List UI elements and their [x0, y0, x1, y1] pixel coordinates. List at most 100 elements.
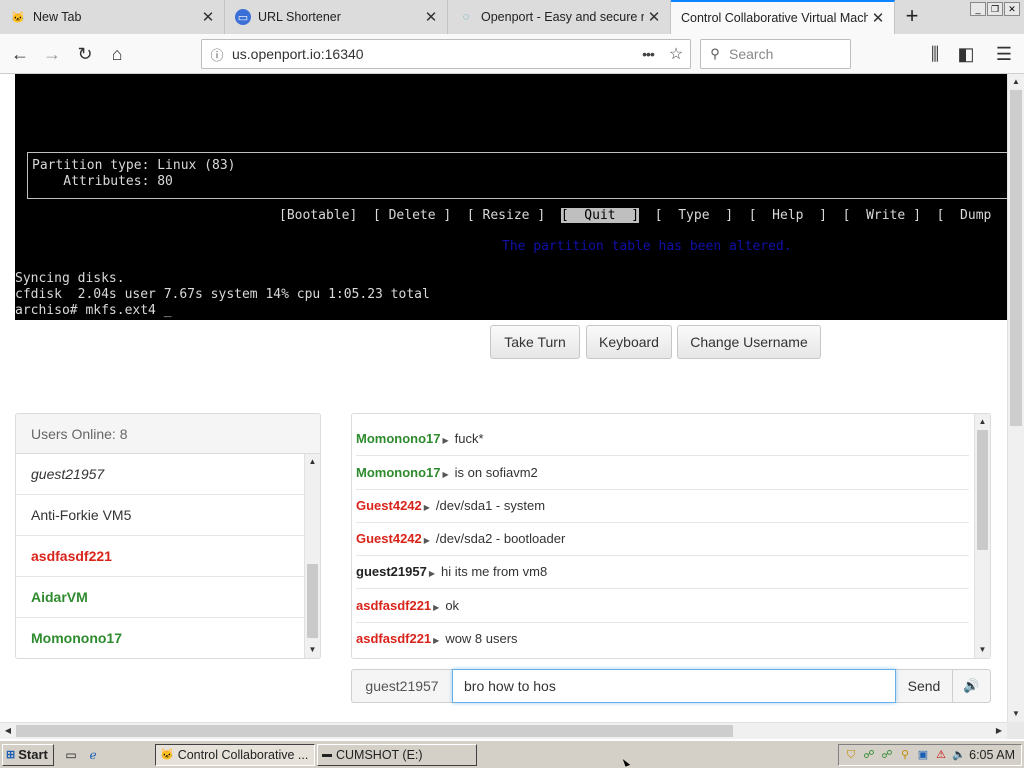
vm-screen[interactable]: Partition type: Linux (83) Attributes: 8…: [15, 74, 1007, 320]
close-tab-icon[interactable]: ✕: [421, 8, 441, 26]
scroll-up-icon[interactable]: ▲: [1008, 74, 1024, 90]
tab-url-shortener[interactable]: ▭ URL Shortener ✕: [225, 0, 448, 34]
computer-icon[interactable]: ▣: [915, 747, 931, 763]
sidebar-icon[interactable]: ◧: [952, 40, 980, 68]
chat-message: Momonono17 ▶ fuck*: [356, 423, 969, 456]
page-actions-icon[interactable]: •••: [634, 46, 662, 62]
close-tab-icon[interactable]: ✕: [644, 8, 664, 26]
user-item[interactable]: asdfasdf221: [16, 536, 304, 577]
search-placeholder: Search: [729, 46, 774, 62]
scroll-thumb[interactable]: [307, 564, 318, 638]
chat-compose-bar: guest21957 Send 🔊: [351, 669, 991, 703]
scroll-down-icon[interactable]: ▼: [975, 642, 990, 658]
task-label: Control Collaborative ...: [177, 748, 309, 762]
chat-text: ok: [445, 598, 460, 613]
search-tray-icon[interactable]: ⚲: [897, 747, 913, 763]
tab-control-vm[interactable]: Control Collaborative Virtual Mach ✕: [671, 0, 895, 34]
internet-explorer-icon[interactable]: ℯ: [84, 746, 102, 764]
connection-icon[interactable]: ☍: [879, 747, 895, 763]
menu-icon[interactable]: ☰: [990, 40, 1018, 68]
start-button[interactable]: ⊞ Start: [2, 744, 54, 766]
url-text[interactable]: us.openport.io:16340: [232, 46, 634, 62]
user-item[interactable]: AidarVM: [16, 577, 304, 618]
scroll-right-icon[interactable]: ▶: [991, 723, 1007, 739]
users-scrollbar[interactable]: ▲ ▼: [304, 454, 320, 658]
keyboard-button[interactable]: Keyboard: [586, 325, 672, 359]
caret-right-icon: ▶: [423, 536, 430, 545]
minimize-button[interactable]: _: [970, 2, 986, 16]
scroll-up-icon[interactable]: ▲: [975, 414, 990, 430]
speaker-icon[interactable]: 🔊: [952, 670, 990, 702]
alert-icon[interactable]: ⚠: [933, 747, 949, 763]
take-turn-button[interactable]: Take Turn: [490, 325, 580, 359]
browser-navbar: ← → ↻ ⌂ ⓘ us.openport.io:16340 ••• ☆ ⚲ S…: [0, 34, 1024, 74]
chat-text: /dev/sda1 - system: [435, 498, 546, 513]
close-tab-icon[interactable]: ✕: [868, 9, 888, 27]
send-button[interactable]: Send: [898, 670, 950, 702]
user-item[interactable]: guest21957: [16, 454, 304, 495]
scroll-thumb[interactable]: [1010, 90, 1022, 426]
chat-username[interactable]: guest21957: [356, 564, 427, 579]
caret-right-icon: ▶: [423, 503, 430, 512]
cfdisk-menu: [Bootable] [ Delete ] [ Resize ] [ Quit …: [279, 208, 991, 223]
chat-scrollbar[interactable]: ▲ ▼: [974, 414, 990, 658]
site-info-icon[interactable]: ⓘ: [202, 45, 232, 64]
chat-panel: Momonono17 ▶ fuck* Momonono17 ▶ is on sofiav…: [351, 413, 991, 659]
page-content: Partition type: Linux (83) Attributes: 8…: [0, 74, 1007, 722]
tab-openport[interactable]: ◌ Openport - Easy and secure re ✕: [448, 0, 671, 34]
chat-username[interactable]: Momonono17: [356, 431, 441, 446]
shield-icon[interactable]: ⛉: [843, 747, 859, 763]
page-horizontal-scrollbar[interactable]: ◀ ▶: [0, 722, 1007, 739]
library-icon[interactable]: ⫼: [921, 40, 949, 68]
back-arrow-icon[interactable]: ←: [6, 40, 34, 68]
scroll-down-icon[interactable]: ▼: [305, 642, 320, 658]
scroll-thumb[interactable]: [977, 430, 988, 550]
chat-username[interactable]: Momonono17: [356, 465, 441, 480]
address-bar[interactable]: ⓘ us.openport.io:16340 ••• ☆: [201, 39, 691, 69]
bookmark-star-icon[interactable]: ☆: [662, 44, 690, 64]
tab-title: Openport - Easy and secure re: [481, 10, 644, 24]
browser-tab-strip: 🐱 New Tab ✕ ▭ URL Shortener ✕ ◌ Openport…: [0, 0, 1024, 34]
menu-resize: [ Resize ]: [466, 208, 546, 223]
task-label: CUMSHOT (E:): [336, 748, 423, 762]
user-item[interactable]: Anti-Forkie VM5: [16, 495, 304, 536]
page-vertical-scrollbar[interactable]: ▲ ▼: [1007, 74, 1024, 722]
forward-arrow-icon[interactable]: →: [38, 40, 66, 68]
chat-username[interactable]: Guest4242: [356, 498, 422, 513]
tab-new-tab[interactable]: 🐱 New Tab ✕: [0, 0, 225, 34]
close-window-button[interactable]: ✕: [1004, 2, 1020, 16]
taskbar: ⊞ Start ▭ ℯ 🐱 Control Collaborative ... …: [0, 740, 1024, 768]
change-username-button[interactable]: Change Username: [677, 325, 821, 359]
scroll-up-icon[interactable]: ▲: [305, 454, 320, 470]
home-icon[interactable]: ⌂: [103, 40, 131, 68]
openport-icon: ◌: [462, 11, 470, 23]
chat-text: hi its me from vm8: [440, 564, 548, 579]
chat-message: asdfasdf221 ▶ ok: [356, 590, 969, 623]
scroll-down-icon[interactable]: ▼: [1008, 706, 1024, 722]
search-bar[interactable]: ⚲ Search: [700, 39, 851, 69]
reload-icon[interactable]: ↻: [71, 40, 99, 68]
volume-icon[interactable]: 🔈: [951, 747, 967, 763]
chat-input[interactable]: [452, 669, 896, 703]
taskbar-item-browser[interactable]: 🐱 Control Collaborative ...: [155, 744, 315, 766]
users-online-header: Users Online: 8: [16, 414, 320, 454]
network-icon[interactable]: ☍: [861, 747, 877, 763]
user-item[interactable]: Momonono17: [16, 618, 304, 658]
taskbar-item-drive[interactable]: ▬ CUMSHOT (E:): [317, 744, 477, 766]
chat-username[interactable]: Guest4242: [356, 531, 422, 546]
search-icon: ⚲: [710, 46, 720, 61]
show-desktop-icon[interactable]: ▭: [62, 746, 80, 764]
new-tab-button[interactable]: +: [898, 3, 926, 31]
close-tab-icon[interactable]: ✕: [198, 8, 218, 26]
chat-username[interactable]: asdfasdf221: [356, 631, 431, 646]
scroll-left-icon[interactable]: ◀: [0, 723, 16, 739]
tab-title: Control Collaborative Virtual Mach: [681, 11, 868, 25]
chat-text: fuck*: [454, 431, 484, 446]
chat-message: Momonono17 ▶ is on sofiavm2: [356, 457, 969, 490]
chat-username[interactable]: asdfasdf221: [356, 598, 431, 613]
terminal-line: cfdisk 2.04s user 7.67s system 14% cpu 1…: [15, 287, 430, 302]
restore-button[interactable]: ❐: [987, 2, 1003, 16]
scroll-thumb[interactable]: [16, 725, 733, 737]
terminal-line: archiso# mkfs.ext4 _: [15, 303, 172, 318]
compose-username: guest21957: [365, 678, 439, 694]
